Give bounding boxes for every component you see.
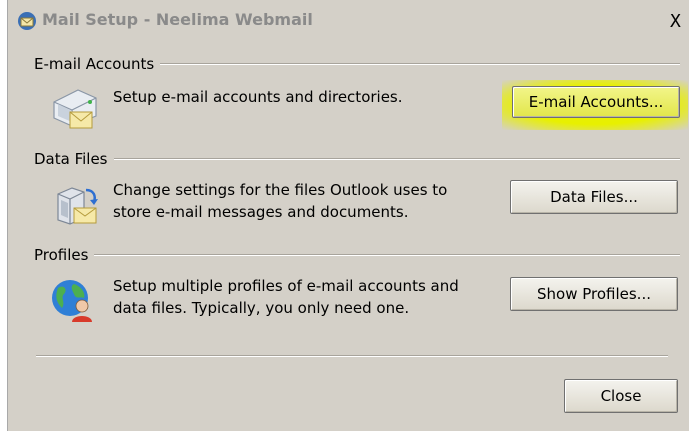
profiles-group-label: Profiles xyxy=(34,246,95,264)
window-title: Mail Setup - Neelima Webmail xyxy=(42,10,313,29)
email-accounts-button[interactable]: E-mail Accounts... xyxy=(512,86,680,118)
data-files-button[interactable]: Data Files... xyxy=(510,180,678,214)
profiles-description-line2: data files. Typically, you only need one… xyxy=(113,299,410,317)
profiles-description-line1: Setup multiple profiles of e-mail accoun… xyxy=(113,277,459,295)
mail-setup-icon xyxy=(18,12,36,30)
close-window-button[interactable]: X xyxy=(670,10,689,34)
show-profiles-button[interactable]: Show Profiles... xyxy=(510,277,678,311)
email-accounts-icon xyxy=(53,89,97,129)
email-accounts-group-label: E-mail Accounts xyxy=(34,55,161,73)
data-files-description-line1: Change settings for the files Outlook us… xyxy=(113,181,448,199)
data-files-icon xyxy=(57,187,98,225)
data-files-group-line xyxy=(34,158,680,160)
data-files-description-line2: store e-mail messages and documents. xyxy=(113,203,409,221)
data-files-group-label: Data Files xyxy=(34,150,114,168)
title-bar: Mail Setup - Neelima Webmail X xyxy=(8,0,689,42)
mail-setup-dialog: Mail Setup - Neelima Webmail X E-mail Ac… xyxy=(7,0,689,431)
profiles-globe-icon xyxy=(52,280,92,322)
email-accounts-description: Setup e-mail accounts and directories. xyxy=(113,88,403,106)
footer-separator xyxy=(36,355,668,357)
close-button[interactable]: Close xyxy=(564,379,678,413)
profiles-group-line xyxy=(34,254,680,256)
